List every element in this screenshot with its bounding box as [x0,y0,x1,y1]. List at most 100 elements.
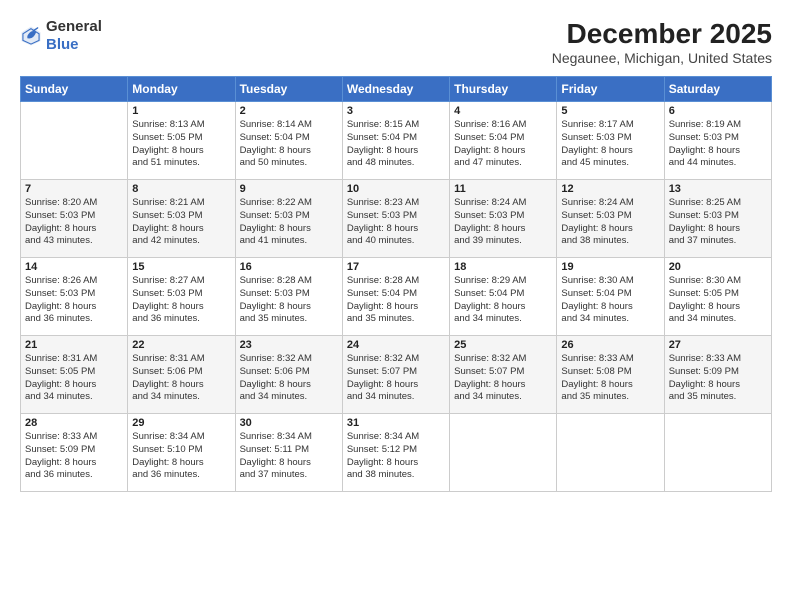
header-day-friday: Friday [557,77,664,102]
day-number: 3 [347,105,445,117]
day-number: 6 [669,105,767,117]
day-number: 25 [454,339,552,351]
calendar-table: SundayMondayTuesdayWednesdayThursdayFrid… [20,76,772,492]
cell-info: Sunrise: 8:33 AMSunset: 5:09 PMDaylight:… [669,353,767,404]
day-number: 7 [25,183,123,195]
title-block: December 2025 Negaunee, Michigan, United… [552,18,772,66]
logo-icon [20,25,42,47]
cell-info: Sunrise: 8:33 AMSunset: 5:08 PMDaylight:… [561,353,659,404]
calendar-subtitle: Negaunee, Michigan, United States [552,50,772,66]
day-number: 17 [347,261,445,273]
week-row-3: 14Sunrise: 8:26 AMSunset: 5:03 PMDayligh… [21,258,772,336]
calendar-cell: 16 Sunrise: 8:28 AMSunset: 5:03 PMDayligh… [235,258,342,336]
logo-blue: Blue [46,36,102,54]
header-day-sunday: Sunday [21,77,128,102]
calendar-cell [450,414,557,492]
calendar-cell: 27Sunrise: 8:33 AMSunset: 5:09 PMDayligh… [664,336,771,414]
cell-info: Sunrise: 8:30 AMSunset: 5:04 PMDaylight:… [561,275,659,326]
cell-info: Sunrise: 8:32 AMSunset: 5:06 PMDaylight:… [240,353,338,404]
day-number: 24 [347,339,445,351]
calendar-cell: 22Sunrise: 8:31 AMSunset: 5:06 PMDayligh… [128,336,235,414]
calendar-cell: 1Sunrise: 8:13 AMSunset: 5:05 PMDaylight… [128,102,235,180]
logo-general: General [46,18,102,36]
header-day-wednesday: Wednesday [342,77,449,102]
cell-info: Sunrise: 8:32 AMSunset: 5:07 PMDaylight:… [347,353,445,404]
day-number: 31 [347,417,445,429]
day-number: 13 [669,183,767,195]
day-number: 9 [240,183,338,195]
calendar-cell [557,414,664,492]
cell-info: Sunrise: 8:14 AMSunset: 5:04 PMDaylight:… [240,119,338,170]
cell-info: Sunrise: 8:22 AMSunset: 5:03 PMDaylight:… [240,197,338,248]
cell-info: Sunrise: 8:27 AMSunset: 5:03 PMDaylight:… [132,275,230,326]
cell-info: Sunrise: 8:28 AMSunset: 5:03 PMDaylight:… [240,275,338,326]
day-number: 10 [347,183,445,195]
calendar-cell: 12Sunrise: 8:24 AMSunset: 5:03 PMDayligh… [557,180,664,258]
calendar-cell [21,102,128,180]
cell-info: Sunrise: 8:13 AMSunset: 5:05 PMDaylight:… [132,119,230,170]
calendar-cell: 20Sunrise: 8:30 AMSunset: 5:05 PMDayligh… [664,258,771,336]
day-number: 30 [240,417,338,429]
cell-info: Sunrise: 8:16 AMSunset: 5:04 PMDaylight:… [454,119,552,170]
calendar-cell: 7 Sunrise: 8:20 AMSunset: 5:03 PMDaylight… [21,180,128,258]
day-number: 8 [132,183,230,195]
cell-info: Sunrise: 8:26 AMSunset: 5:03 PMDaylight:… [25,275,123,326]
calendar-cell: 25 Sunrise: 8:32 AMSunset: 5:07 PMDayligh… [450,336,557,414]
header-day-thursday: Thursday [450,77,557,102]
week-row-1: 1Sunrise: 8:13 AMSunset: 5:05 PMDaylight… [21,102,772,180]
calendar-cell: 4Sunrise: 8:16 AMSunset: 5:04 PMDaylight… [450,102,557,180]
cell-info: Sunrise: 8:21 AMSunset: 5:03 PMDaylight:… [132,197,230,248]
calendar-cell: 18Sunrise: 8:29 AMSunset: 5:04 PMDayligh… [450,258,557,336]
calendar-cell: 8 Sunrise: 8:21 AMSunset: 5:03 PMDaylight… [128,180,235,258]
day-number: 19 [561,261,659,273]
cell-info: Sunrise: 8:25 AMSunset: 5:03 PMDaylight:… [669,197,767,248]
day-number: 15 [132,261,230,273]
cell-info: Sunrise: 8:34 AMSunset: 5:10 PMDaylight:… [132,431,230,482]
day-number: 11 [454,183,552,195]
week-row-2: 7 Sunrise: 8:20 AMSunset: 5:03 PMDaylight… [21,180,772,258]
calendar-cell: 2 Sunrise: 8:14 AMSunset: 5:04 PMDaylight… [235,102,342,180]
week-row-4: 21 Sunrise: 8:31 AMSunset: 5:05 PMDayligh… [21,336,772,414]
cell-info: Sunrise: 8:20 AMSunset: 5:03 PMDaylight:… [25,197,123,248]
cell-info: Sunrise: 8:28 AMSunset: 5:04 PMDaylight:… [347,275,445,326]
cell-info: Sunrise: 8:23 AMSunset: 5:03 PMDaylight:… [347,197,445,248]
header-row: SundayMondayTuesdayWednesdayThursdayFrid… [21,77,772,102]
calendar-cell: 30Sunrise: 8:34 AMSunset: 5:11 PMDayligh… [235,414,342,492]
day-number: 12 [561,183,659,195]
calendar-cell: 23 Sunrise: 8:32 AMSunset: 5:06 PMDayligh… [235,336,342,414]
logo: General Blue [20,18,102,54]
cell-info: Sunrise: 8:29 AMSunset: 5:04 PMDaylight:… [454,275,552,326]
cell-info: Sunrise: 8:31 AMSunset: 5:05 PMDaylight:… [25,353,123,404]
day-number: 5 [561,105,659,117]
calendar-cell: 29 Sunrise: 8:34 AMSunset: 5:10 PMDayligh… [128,414,235,492]
calendar-title: December 2025 [552,18,772,50]
logo-text-block: General Blue [46,18,102,54]
cell-info: Sunrise: 8:24 AMSunset: 5:03 PMDaylight:… [454,197,552,248]
day-number: 22 [132,339,230,351]
page-header: General Blue December 2025 Negaunee, Mic… [20,18,772,66]
calendar-cell: 10 Sunrise: 8:23 AMSunset: 5:03 PMDayligh… [342,180,449,258]
header-day-saturday: Saturday [664,77,771,102]
calendar-cell [664,414,771,492]
calendar-cell: 24 Sunrise: 8:32 AMSunset: 5:07 PMDayligh… [342,336,449,414]
day-number: 29 [132,417,230,429]
day-number: 2 [240,105,338,117]
day-number: 28 [25,417,123,429]
calendar-page: General Blue December 2025 Negaunee, Mic… [0,0,792,612]
day-number: 16 [240,261,338,273]
calendar-cell: 5Sunrise: 8:17 AMSunset: 5:03 PMDaylight… [557,102,664,180]
cell-info: Sunrise: 8:33 AMSunset: 5:09 PMDaylight:… [25,431,123,482]
calendar-cell: 15 Sunrise: 8:27 AMSunset: 5:03 PMDayligh… [128,258,235,336]
cell-info: Sunrise: 8:19 AMSunset: 5:03 PMDaylight:… [669,119,767,170]
header-day-monday: Monday [128,77,235,102]
cell-info: Sunrise: 8:30 AMSunset: 5:05 PMDaylight:… [669,275,767,326]
day-number: 26 [561,339,659,351]
calendar-cell: 21 Sunrise: 8:31 AMSunset: 5:05 PMDayligh… [21,336,128,414]
cell-info: Sunrise: 8:32 AMSunset: 5:07 PMDaylight:… [454,353,552,404]
day-number: 21 [25,339,123,351]
day-number: 23 [240,339,338,351]
calendar-cell: 3 Sunrise: 8:15 AMSunset: 5:04 PMDaylight… [342,102,449,180]
calendar-cell: 11 Sunrise: 8:24 AMSunset: 5:03 PMDayligh… [450,180,557,258]
calendar-cell: 28 Sunrise: 8:33 AMSunset: 5:09 PMDayligh… [21,414,128,492]
cell-info: Sunrise: 8:15 AMSunset: 5:04 PMDaylight:… [347,119,445,170]
